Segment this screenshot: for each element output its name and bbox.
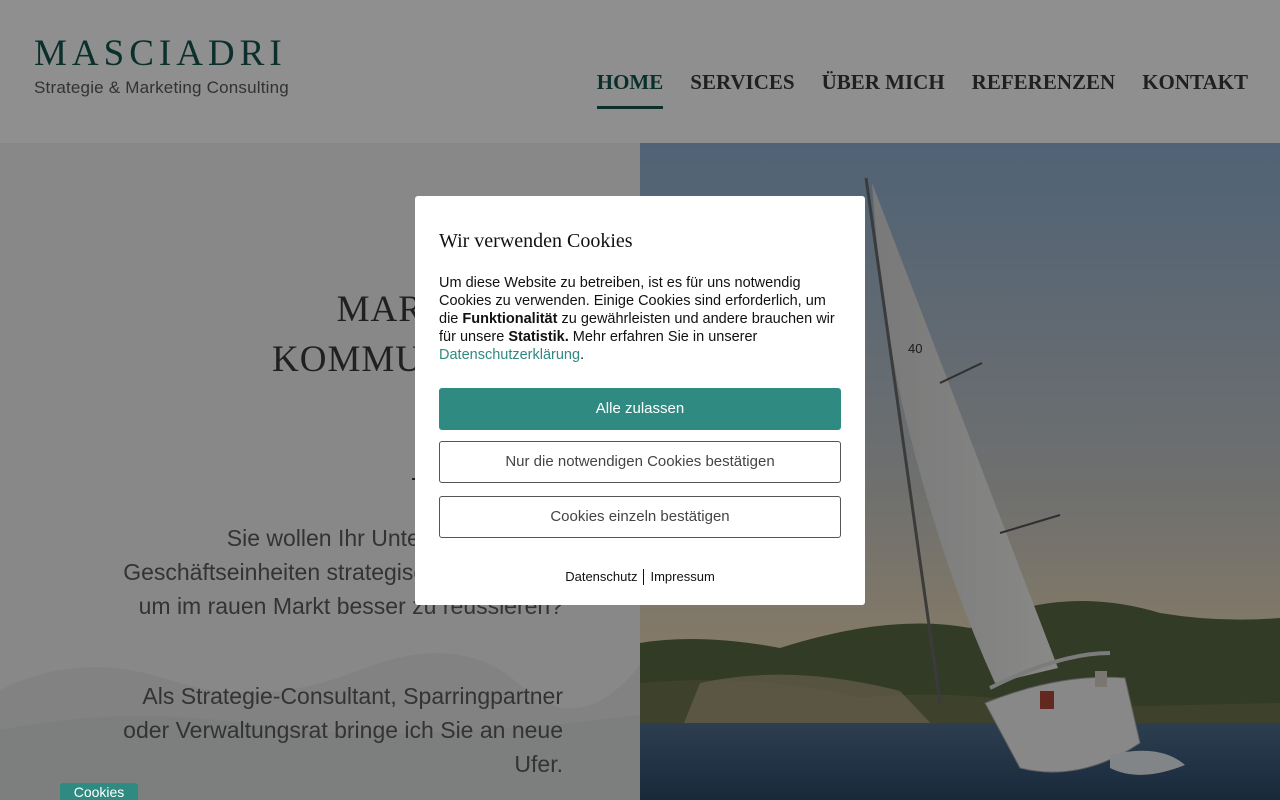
accept-all-cookies-button[interactable]: Alle zulassen [439,388,841,430]
customize-cookies-button[interactable]: Cookies einzeln bestätigen [439,496,841,538]
body-text: . [580,347,585,363]
footer-imprint-link[interactable]: Impressum [650,569,714,584]
cookie-dialog-footer: Datenschutz Impressum [415,568,865,585]
cookie-settings-tab[interactable]: Cookies [60,783,138,800]
footer-privacy-link[interactable]: Datenschutz [565,569,637,584]
cookie-dialog-body: Um diese Website zu betreiben, ist es fü… [439,274,843,364]
accept-necessary-cookies-button[interactable]: Nur die notwendigen Cookies bestätigen [439,441,841,483]
footer-separator [643,568,645,585]
cookie-consent-dialog: Wir verwenden Cookies Um diese Website z… [415,196,865,605]
body-text: Mehr erfahren Sie in unserer [568,329,758,345]
privacy-policy-link[interactable]: Datenschutzerklärung [439,347,580,363]
body-bold-functionality: Funktionalität [462,311,558,327]
body-bold-statistics: Statistik. [508,329,569,345]
cookie-dialog-title: Wir verwenden Cookies [439,230,633,252]
